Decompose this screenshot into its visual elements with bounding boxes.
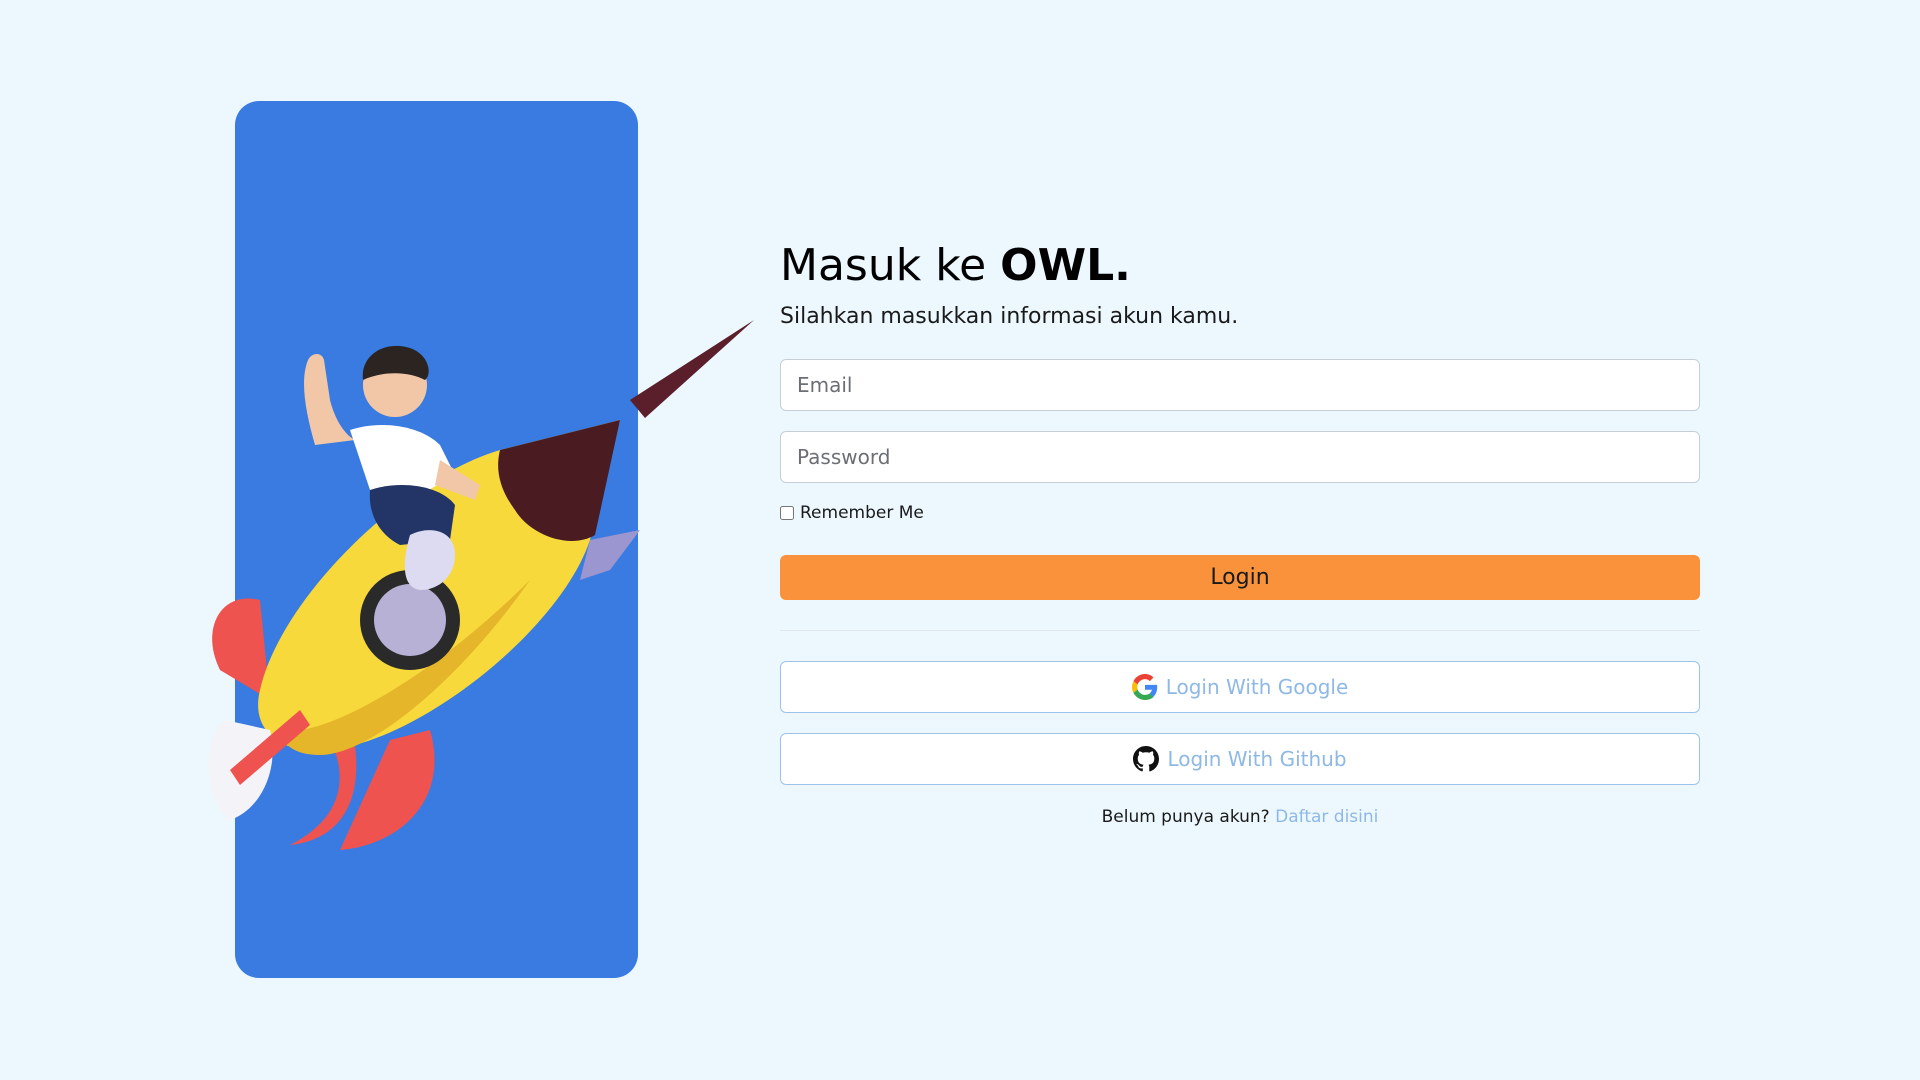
page-title: Masuk ke OWL. <box>780 230 1700 302</box>
signup-prompt: Belum punya akun? <box>1101 807 1270 827</box>
login-github-button[interactable]: Login With Github <box>780 733 1700 785</box>
login-form: Masuk ke OWL. Silahkan masukkan informas… <box>780 230 1700 827</box>
email-field[interactable] <box>780 359 1700 411</box>
signup-link[interactable]: Daftar disini <box>1275 807 1378 827</box>
remember-me-row[interactable]: Remember Me <box>780 503 1700 523</box>
page-subtitle: Silahkan masukkan informasi akun kamu. <box>780 304 1239 329</box>
divider <box>780 630 1700 631</box>
rocket-rider-illustration <box>208 320 754 850</box>
remember-me-checkbox[interactable] <box>780 506 794 520</box>
login-page: Masuk ke OWL. Silahkan masukkan informas… <box>0 0 1920 1080</box>
title-prefix: Masuk ke <box>780 240 1001 291</box>
brand-name: OWL. <box>1000 240 1131 291</box>
login-google-button[interactable]: Login With Google <box>780 661 1700 713</box>
password-field[interactable] <box>780 431 1700 483</box>
signup-row: Belum punya akun? Daftar disini <box>780 807 1700 827</box>
login-button[interactable]: Login <box>780 555 1700 600</box>
login-github-label: Login With Github <box>1167 747 1347 771</box>
github-icon <box>1133 746 1160 772</box>
login-google-label: Login With Google <box>1165 675 1349 699</box>
google-icon <box>1131 674 1157 700</box>
remember-me-label: Remember Me <box>800 503 924 523</box>
